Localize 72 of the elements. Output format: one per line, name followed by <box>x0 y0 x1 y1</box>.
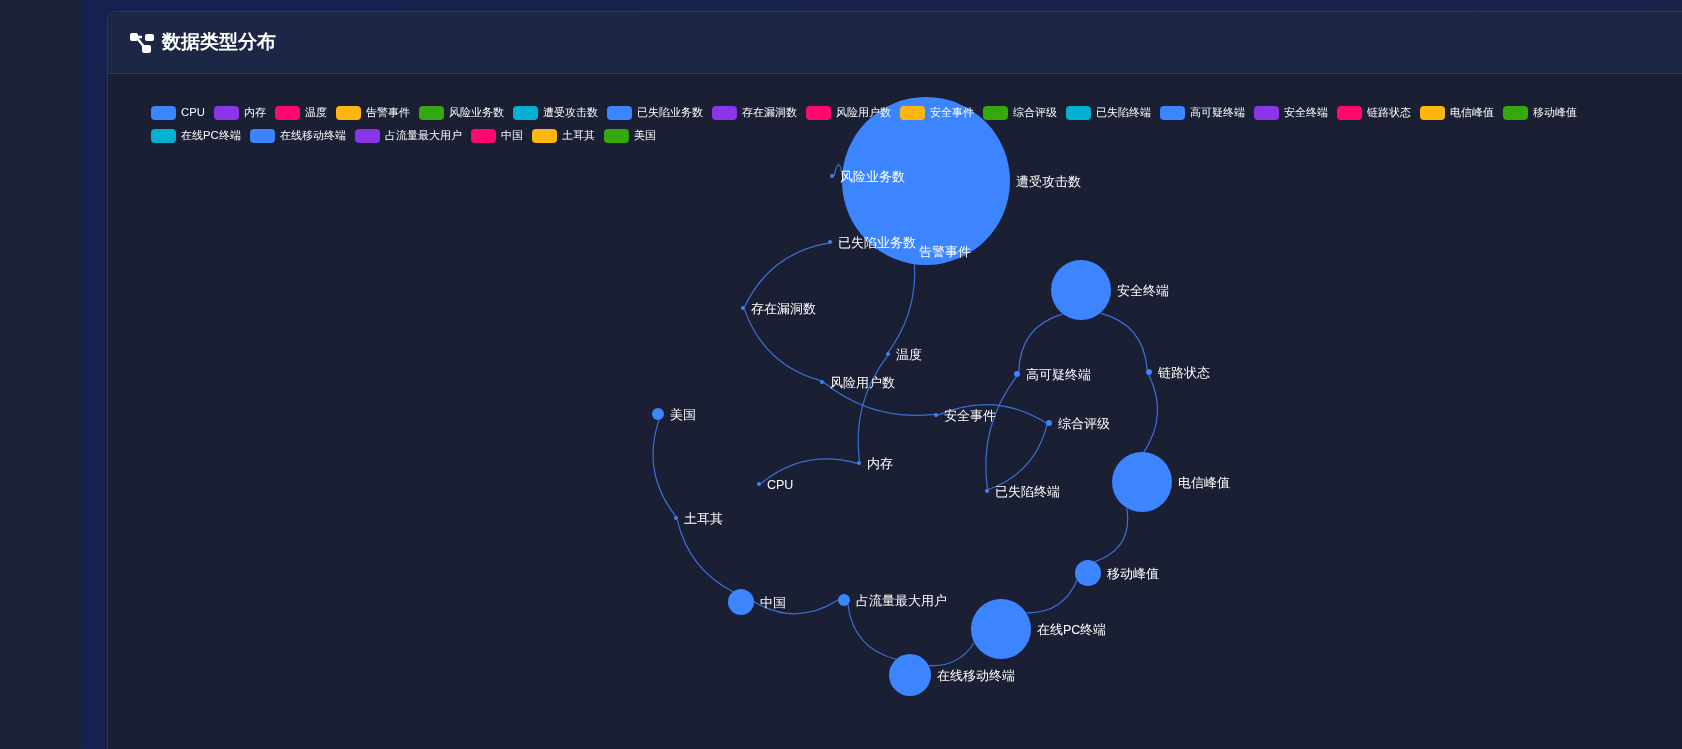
node-label: 高可疑终端 <box>1026 367 1091 382</box>
node-label: 告警事件 <box>919 244 971 259</box>
graph-node[interactable] <box>674 516 678 520</box>
node-label: 移动峰值 <box>1107 566 1159 581</box>
graph-node[interactable] <box>820 380 824 384</box>
legend-item[interactable]: 安全终端 <box>1253 104 1328 121</box>
graph-node[interactable] <box>1014 371 1020 377</box>
legend-item[interactable]: 美国 <box>603 127 656 144</box>
graph-node[interactable] <box>1075 560 1101 586</box>
node-label: 已失陷终端 <box>995 484 1060 499</box>
panel-title: 数据类型分布 <box>162 30 276 55</box>
graph-edge <box>1099 312 1148 371</box>
legend-item[interactable]: 综合评级 <box>982 104 1057 121</box>
graph-node[interactable] <box>1051 260 1111 320</box>
graph-node[interactable] <box>728 589 754 615</box>
graph-node[interactable] <box>741 306 745 310</box>
node-label: 风险业务数 <box>840 169 905 184</box>
graph-node[interactable] <box>757 482 761 486</box>
node-label: CPU <box>767 477 794 492</box>
node-label: 遭受攻击数 <box>1016 174 1081 189</box>
node-label: 安全终端 <box>1117 283 1169 298</box>
legend-item[interactable]: 已失陷终端 <box>1065 104 1151 121</box>
legend-item[interactable]: 在线移动终端 <box>249 127 346 144</box>
node-label: 电信峰值 <box>1178 475 1230 490</box>
legend-item[interactable]: 电信峰值 <box>1419 104 1494 121</box>
node-label: 风险用户数 <box>830 375 895 390</box>
node-label: 内存 <box>867 456 893 471</box>
legend-item[interactable]: 存在漏洞数 <box>711 104 797 121</box>
node-label: 美国 <box>670 407 696 422</box>
graph-edge <box>833 163 843 178</box>
graph-node[interactable] <box>1046 420 1052 426</box>
node-label: 温度 <box>896 347 922 362</box>
graph-node[interactable] <box>828 240 832 244</box>
graph-node[interactable] <box>889 654 931 696</box>
node-label: 链路状态 <box>1158 365 1210 380</box>
graph-node[interactable] <box>652 408 664 420</box>
node-label: 在线PC终端 <box>1037 622 1107 637</box>
graph-edge <box>1025 579 1078 614</box>
node-label: 中国 <box>760 595 786 610</box>
graph-node[interactable] <box>886 352 890 356</box>
legend-item[interactable]: 中国 <box>470 127 523 144</box>
legend-item[interactable]: 土耳其 <box>531 127 595 144</box>
network-icon <box>130 32 154 53</box>
legend-item[interactable]: CPU <box>151 104 205 121</box>
node-label: 安全事件 <box>944 408 996 423</box>
graph-edge <box>928 641 975 667</box>
legend-item[interactable]: 移动峰值 <box>1502 104 1577 121</box>
node-label: 占流量最大用户 <box>856 593 947 608</box>
legend-item[interactable]: 告警事件 <box>335 104 410 121</box>
legend-item[interactable]: 温度 <box>274 104 327 121</box>
graph-node[interactable] <box>1146 369 1152 375</box>
legend-item[interactable]: 内存 <box>213 104 266 121</box>
graph-node[interactable] <box>934 413 938 417</box>
graph-node[interactable] <box>1112 452 1172 512</box>
graph-node[interactable] <box>830 174 834 178</box>
graph-node[interactable] <box>985 489 989 493</box>
legend-item[interactable]: 安全事件 <box>899 104 974 121</box>
legend-item[interactable]: 高可疑终端 <box>1159 104 1245 121</box>
graph-node[interactable] <box>857 461 861 465</box>
node-label: 土耳其 <box>684 511 723 526</box>
graph-node[interactable] <box>838 594 850 606</box>
node-label: 综合评级 <box>1058 416 1110 431</box>
graph-edge <box>1094 507 1129 563</box>
node-label: 在线移动终端 <box>937 668 1015 683</box>
legend-item[interactable]: 已失陷业务数 <box>606 104 703 121</box>
graph-node[interactable] <box>971 599 1031 659</box>
legend-item[interactable]: 链路状态 <box>1336 104 1411 121</box>
node-label: 存在漏洞数 <box>751 301 816 316</box>
legend-item[interactable]: 占流量最大用户 <box>354 127 462 144</box>
legend-item[interactable]: 风险业务数 <box>418 104 504 121</box>
legend-item[interactable]: 遭受攻击数 <box>512 104 598 121</box>
legend-item[interactable]: 在线PC终端 <box>151 127 241 144</box>
